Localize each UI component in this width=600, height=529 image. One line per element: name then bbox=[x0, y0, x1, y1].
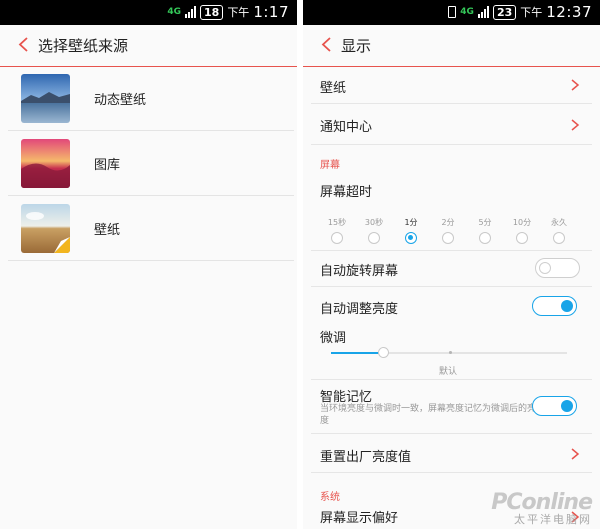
brightness-default-label: 默认 bbox=[439, 367, 458, 377]
title-bar: 显示 bbox=[303, 25, 600, 67]
signal-icon bbox=[477, 6, 489, 18]
row-notification-center[interactable]: 通知中心 bbox=[311, 104, 592, 145]
page-title: 选择壁纸来源 bbox=[38, 37, 129, 55]
row-label: 通知中心 bbox=[320, 120, 373, 135]
row-reset-brightness[interactable]: 重置出厂亮度值 bbox=[311, 434, 592, 473]
status-bar: 4G 18 下午 1:17 bbox=[0, 0, 297, 25]
row-label: 屏幕显示偏好 bbox=[320, 511, 399, 526]
page-title: 显示 bbox=[341, 37, 372, 55]
section-header-system: 系统 bbox=[320, 492, 340, 503]
signal-icon bbox=[185, 6, 196, 18]
back-arrow-icon[interactable] bbox=[319, 36, 336, 53]
auto-rotate-toggle[interactable] bbox=[535, 258, 580, 278]
network-type: 4G bbox=[460, 7, 474, 17]
auto-brightness-toggle[interactable] bbox=[532, 296, 577, 316]
gallery-thumb bbox=[21, 139, 70, 188]
list-item-gallery[interactable]: 图库 bbox=[8, 131, 294, 196]
site-watermark: PConline 太平洋电脑网 bbox=[491, 490, 593, 527]
smart-memory-toggle[interactable] bbox=[532, 396, 577, 416]
toggle-knob bbox=[539, 262, 551, 274]
timeout-option-1m[interactable]: 1分 bbox=[396, 217, 426, 248]
row-label: 自动旋转屏幕 bbox=[320, 264, 399, 279]
battery-badge: 18 bbox=[200, 4, 224, 20]
time-prefix: 下午 bbox=[227, 6, 250, 19]
right-screen: 4G 23 下午 12:37 显示 壁纸 通知中心 屏幕 屏幕超时 15秒 30… bbox=[303, 0, 600, 529]
toggle-knob bbox=[561, 400, 573, 412]
battery-badge: 23 bbox=[492, 4, 517, 20]
status-bar: 4G 23 下午 12:37 bbox=[303, 0, 600, 25]
auto-brightness-label: 自动调整亮度 bbox=[320, 302, 399, 317]
row-label: 壁纸 bbox=[320, 81, 347, 96]
list-item-label: 动态壁纸 bbox=[94, 93, 147, 108]
timeout-option-forever[interactable]: 永久 bbox=[544, 217, 574, 248]
timeout-option-2m[interactable]: 2分 bbox=[433, 217, 463, 248]
brightness-default-marker bbox=[449, 351, 452, 354]
list-item-label: 图库 bbox=[94, 158, 121, 173]
left-screen: 4G 18 下午 1:17 选择壁纸来源 动态壁纸 图库 壁纸 bbox=[0, 0, 297, 529]
chevron-right-icon bbox=[571, 119, 580, 131]
vibrate-icon bbox=[448, 6, 457, 18]
brightness-slider-fill bbox=[331, 352, 383, 354]
list-item-live-wallpaper[interactable]: 动态壁纸 bbox=[8, 66, 294, 131]
brightness-slider[interactable] bbox=[331, 347, 567, 358]
chevron-right-icon bbox=[571, 79, 580, 91]
back-arrow-icon[interactable] bbox=[16, 36, 33, 53]
network-type: 4G bbox=[167, 7, 181, 17]
timeout-option-5m[interactable]: 5分 bbox=[470, 217, 500, 248]
timeout-option-30s[interactable]: 30秒 bbox=[359, 217, 389, 248]
clock: 12:37 bbox=[546, 3, 592, 21]
timeout-option-15s[interactable]: 15秒 bbox=[322, 217, 352, 248]
row-wallpaper[interactable]: 壁纸 bbox=[311, 66, 592, 104]
brightness-slider-thumb[interactable] bbox=[377, 347, 389, 358]
smart-memory-description: 当环境亮度与微调时一致，屏幕亮度记忆为微调后的亮度 bbox=[320, 404, 537, 426]
divider bbox=[311, 379, 592, 380]
screen-timeout-label: 屏幕超时 bbox=[320, 185, 373, 200]
title-bar: 选择壁纸来源 bbox=[0, 25, 297, 67]
clock: 1:17 bbox=[253, 3, 289, 21]
list-item-wallpaper[interactable]: 壁纸 bbox=[8, 196, 294, 261]
chevron-right-icon bbox=[571, 448, 580, 460]
row-label: 重置出厂亮度值 bbox=[320, 450, 412, 465]
section-header-screen: 屏幕 bbox=[320, 160, 340, 171]
list-item-label: 壁纸 bbox=[94, 223, 121, 238]
wallpaper-thumb bbox=[21, 204, 70, 253]
time-prefix: 下午 bbox=[520, 6, 543, 19]
row-auto-rotate[interactable]: 自动旋转屏幕 bbox=[311, 251, 592, 287]
live-wallpaper-thumb bbox=[21, 74, 70, 123]
timeout-option-10m[interactable]: 10分 bbox=[507, 217, 537, 248]
fine-tune-label: 微调 bbox=[320, 331, 347, 346]
toggle-knob bbox=[561, 300, 573, 312]
